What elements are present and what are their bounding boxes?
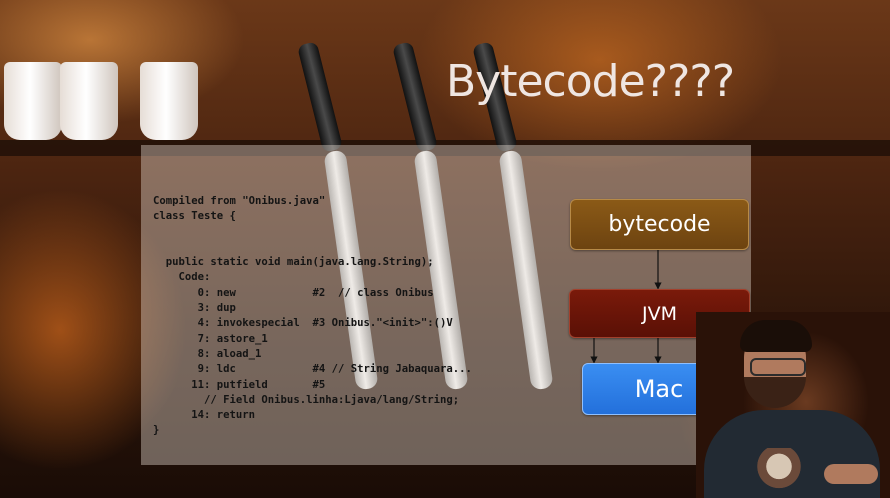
shirt-print — [756, 448, 802, 494]
presenter-hair — [740, 320, 812, 352]
bytecode-box-label: bytecode — [608, 212, 711, 237]
presenter-glasses — [750, 358, 806, 376]
mac-box-label: Mac — [634, 375, 684, 403]
bytecode-box: bytecode — [570, 199, 749, 250]
presenter-webcam — [696, 312, 890, 498]
jvm-box-label: JVM — [642, 302, 677, 325]
presenter-hand — [824, 464, 878, 484]
